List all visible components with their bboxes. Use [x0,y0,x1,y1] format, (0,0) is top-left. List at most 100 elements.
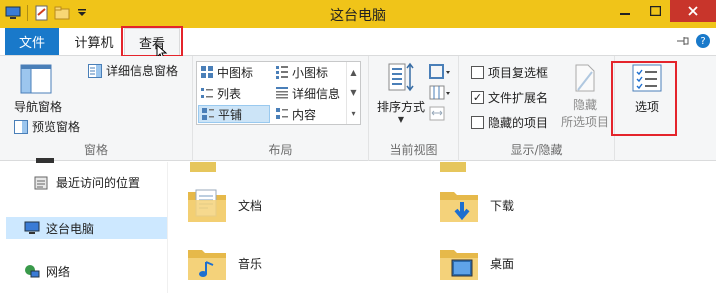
group-label-panes: 窗格 [83,143,108,157]
navigation-pane: 最近访问的位置 这台电脑 网络 [0,158,168,293]
recent-places-icon [34,176,48,189]
hide-label: 隐藏 [572,98,597,112]
minimize-button[interactable] [610,0,640,22]
hidden-items-toggle[interactable]: 隐藏的项目 [471,114,548,131]
layout-tiles-label: 平铺 [218,107,243,122]
small-icons-icon [276,66,288,79]
preview-pane-label: 预览窗格 [32,120,81,134]
layout-details-label: 详细信息 [292,86,341,101]
content-view-icon [276,108,288,119]
layout-tiles[interactable]: 平铺 [198,105,270,123]
add-columns-icon[interactable] [429,85,451,101]
size-columns-icon[interactable] [429,106,451,122]
help-icon[interactable]: ? [696,34,710,48]
sort-by-icon [388,62,414,92]
maximize-button[interactable] [640,0,670,22]
nav-item-recent-label: 最近访问的位置 [56,176,141,190]
item-checkboxes-checkbox[interactable] [471,66,484,79]
group-current-view: 排序方式 ▼ 当前视图 [369,56,459,161]
downloads-folder-icon [440,192,478,222]
ribbon-right-controls: ? [676,34,710,48]
sort-dropdown-icon: ▼ [397,115,405,124]
partial-nav-icon [36,158,54,163]
selected-items-label: 所选项目 [560,115,609,129]
group-layout: 中图标 小图标 列表 详细信息 平铺 内容 ▲ ▼ ▾ 布局 [193,56,369,161]
desktop-folder-icon [440,250,478,280]
file-extensions-toggle[interactable]: ✓ 文件扩展名 [471,89,548,106]
file-item-documents-label: 文档 [238,198,263,213]
hide-selected-items-button[interactable]: 隐藏 所选项目 [557,64,613,130]
hidden-items-checkbox[interactable] [471,116,484,129]
group-label-layout: 布局 [268,143,293,157]
file-item-documents[interactable]: 文档 [186,184,262,226]
tab-file[interactable]: 文件 [5,28,59,55]
nav-item-this-pc[interactable]: 这台电脑 [6,217,167,239]
content-area: 最近访问的位置 这台电脑 网络 文档 下载 音乐 桌面 [0,158,716,293]
list-view-icon [201,88,213,98]
group-show-hide: 项目复选框 ✓ 文件扩展名 隐藏的项目 隐藏 所选项目 显示/隐藏 [459,56,615,161]
sort-by-button[interactable]: 排序方式 ▼ [373,62,429,124]
file-item-music-label: 音乐 [238,256,263,271]
details-pane-label: 详细信息窗格 [106,64,179,78]
sort-by-label: 排序方式 [376,100,425,114]
layout-details[interactable]: 详细信息 [273,84,345,102]
scroll-down-icon[interactable]: ▼ [350,88,356,97]
preview-pane-button[interactable]: 预览窗格 [14,118,80,135]
group-panes: 导航窗格 预览窗格 详细信息窗格 窗格 [0,56,193,161]
pin-icon[interactable] [676,35,690,47]
group-label-show-hide: 显示/隐藏 [510,143,563,157]
file-item-music[interactable]: 音乐 [186,242,262,284]
item-checkboxes-label: 项目复选框 [488,66,549,80]
layout-gallery-scroller[interactable]: ▲ ▼ ▾ [346,62,360,124]
this-pc-icon [24,221,40,234]
file-extensions-label: 文件扩展名 [488,91,549,105]
nav-item-recent[interactable]: 最近访问的位置 [34,174,140,191]
file-item-desktop[interactable]: 桌面 [438,242,514,284]
file-item-desktop-label: 桌面 [490,256,515,271]
file-extensions-checkbox[interactable]: ✓ [471,91,484,104]
item-checkboxes-toggle[interactable]: 项目复选框 [471,64,548,81]
tiles-view-icon [202,108,214,120]
hidden-items-label: 隐藏的项目 [488,116,549,130]
ribbon: 导航窗格 预览窗格 详细信息窗格 窗格 中图标 小图标 列表 详细信息 平铺 内… [0,56,716,161]
group-by-icon[interactable] [429,64,451,80]
file-item-downloads-label: 下载 [490,198,515,213]
layout-medium-icons[interactable]: 中图标 [198,63,270,81]
highlight-box-view-tab [121,26,183,57]
navigation-pane-icon [20,64,52,94]
layout-list[interactable]: 列表 [198,84,270,102]
highlight-box-options [611,61,677,136]
nav-item-network-label: 网络 [46,265,71,279]
layout-content[interactable]: 内容 [273,105,345,123]
navigation-pane-button[interactable]: 导航窗格 [10,64,62,115]
partial-folder-icon [190,162,216,172]
view-small-buttons [429,64,451,122]
tab-computer[interactable]: 计算机 [66,28,122,55]
close-button[interactable] [670,0,716,22]
layout-gallery: 中图标 小图标 列表 详细信息 平铺 内容 ▲ ▼ ▾ [196,61,361,125]
details-pane-icon [88,63,102,78]
expand-gallery-icon[interactable]: ▾ [351,109,355,118]
layout-medium-icons-label: 中图标 [217,65,254,80]
layout-small-icons[interactable]: 小图标 [273,63,345,81]
scroll-up-icon[interactable]: ▲ [350,68,356,77]
network-icon [25,264,40,277]
window-title: 这台电脑 [330,8,386,24]
documents-folder-icon [188,189,226,222]
preview-pane-icon [14,119,28,134]
ribbon-tabs: 文件 计算机 查看 ? [0,26,716,60]
file-item-downloads[interactable]: 下载 [438,184,514,226]
nav-item-network[interactable]: 网络 [24,263,70,280]
music-folder-icon [188,250,226,280]
nav-item-this-pc-label: 这台电脑 [46,221,95,236]
title-bar: 这台电脑 [0,0,716,28]
layout-list-label: 列表 [217,86,242,101]
group-label-current-view: 当前视图 [389,143,438,157]
navigation-pane-label: 导航窗格 [14,100,63,114]
hide-selected-items-icon [575,64,595,92]
partial-folder-icon [440,162,466,172]
window-controls [610,0,716,22]
layout-content-label: 内容 [292,107,317,122]
details-pane-button[interactable]: 详细信息窗格 [88,62,178,79]
medium-icons-icon [201,66,213,78]
